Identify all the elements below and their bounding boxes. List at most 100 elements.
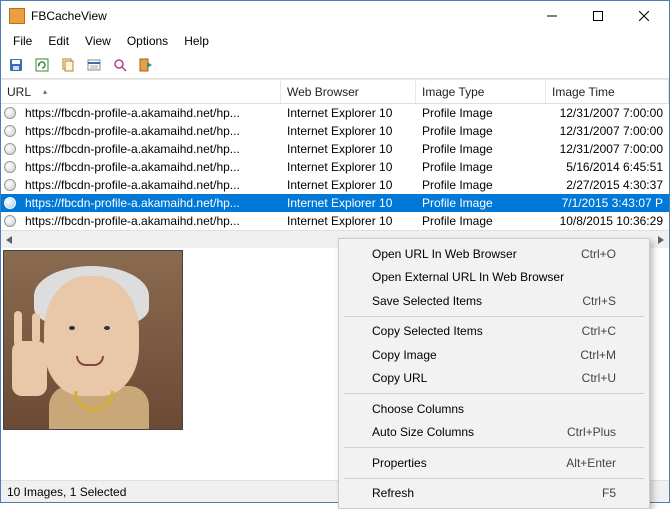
cell-type: Profile Image [416, 124, 546, 138]
table-row[interactable]: https://fbcdn-profile-a.akamaihd.net/hp.… [1, 140, 669, 158]
menu-help[interactable]: Help [176, 32, 217, 50]
context-item[interactable]: RefreshF5 [342, 482, 646, 506]
list-rows: https://fbcdn-profile-a.akamaihd.net/hp.… [1, 104, 669, 230]
context-item[interactable]: Choose Columns [342, 397, 646, 421]
context-item[interactable]: Open URL In Web BrowserCtrl+O [342, 242, 646, 266]
cell-type: Profile Image [416, 106, 546, 120]
context-shortcut: Ctrl+Plus [567, 425, 616, 439]
table-row[interactable]: https://fbcdn-profile-a.akamaihd.net/hp.… [1, 212, 669, 230]
context-item[interactable]: Save Selected ItemsCtrl+S [342, 289, 646, 313]
context-shortcut: Ctrl+U [582, 371, 616, 385]
window-title: FBCacheView [31, 9, 529, 23]
cell-browser: Internet Explorer 10 [281, 106, 416, 120]
context-item[interactable]: Copy Selected ItemsCtrl+C [342, 320, 646, 344]
cell-time: 12/31/2007 7:00:00 [546, 142, 669, 156]
properties-icon[interactable] [83, 54, 105, 76]
table-row[interactable]: https://fbcdn-profile-a.akamaihd.net/hp.… [1, 104, 669, 122]
column-url[interactable]: URL▴ [1, 80, 281, 103]
scroll-right-icon[interactable] [651, 231, 669, 249]
context-shortcut: Ctrl+C [582, 324, 616, 338]
cell-url: https://fbcdn-profile-a.akamaihd.net/hp.… [19, 124, 281, 138]
context-shortcut: Ctrl+S [582, 294, 616, 308]
column-time[interactable]: Image Time [546, 80, 669, 103]
menu-file[interactable]: File [5, 32, 40, 50]
toolbar [1, 51, 669, 79]
context-shortcut: Ctrl+O [581, 247, 616, 261]
cell-browser: Internet Explorer 10 [281, 124, 416, 138]
row-icon [4, 215, 16, 227]
column-type[interactable]: Image Type [416, 80, 546, 103]
table-row[interactable]: https://fbcdn-profile-a.akamaihd.net/hp.… [1, 194, 669, 212]
context-label: Properties [372, 456, 566, 470]
close-button[interactable] [621, 2, 667, 30]
row-icon [4, 179, 16, 191]
cell-browser: Internet Explorer 10 [281, 196, 416, 210]
cell-url: https://fbcdn-profile-a.akamaihd.net/hp.… [19, 160, 281, 174]
menu-bar: File Edit View Options Help [1, 31, 669, 51]
menu-options[interactable]: Options [119, 32, 176, 50]
context-shortcut: Alt+Enter [566, 456, 616, 470]
cell-type: Profile Image [416, 196, 546, 210]
context-item[interactable]: Copy URLCtrl+U [342, 367, 646, 391]
context-menu: Open URL In Web BrowserCtrl+O Open Extern… [338, 238, 650, 509]
context-shortcut: F5 [602, 486, 616, 500]
list-header: URL▴ Web Browser Image Type Image Time [1, 80, 669, 104]
context-label: Choose Columns [372, 402, 616, 416]
context-item[interactable]: Copy ImageCtrl+M [342, 343, 646, 367]
cell-browser: Internet Explorer 10 [281, 160, 416, 174]
context-label: Open External URL In Web Browser [372, 270, 616, 284]
context-label: Auto Size Columns [372, 425, 567, 439]
cell-time: 5/16/2014 6:45:51 [546, 160, 669, 174]
minimize-button[interactable] [529, 2, 575, 30]
cell-time: 12/31/2007 7:00:00 [546, 106, 669, 120]
column-browser[interactable]: Web Browser [281, 80, 416, 103]
cell-type: Profile Image [416, 214, 546, 228]
context-item[interactable]: PropertiesAlt+Enter [342, 451, 646, 475]
menu-view[interactable]: View [77, 32, 119, 50]
context-shortcut: Ctrl+M [580, 348, 616, 362]
refresh-icon[interactable] [31, 54, 53, 76]
app-icon [9, 8, 25, 24]
find-icon[interactable] [109, 54, 131, 76]
maximize-button[interactable] [575, 2, 621, 30]
status-count: 10 Images, 1 Selected [7, 485, 146, 499]
cell-time: 12/31/2007 7:00:00 [546, 124, 669, 138]
copy-icon[interactable] [57, 54, 79, 76]
row-icon [4, 161, 16, 173]
table-row[interactable]: https://fbcdn-profile-a.akamaihd.net/hp.… [1, 176, 669, 194]
context-label: Copy Selected Items [372, 324, 582, 338]
cell-url: https://fbcdn-profile-a.akamaihd.net/hp.… [19, 142, 281, 156]
menu-edit[interactable]: Edit [40, 32, 77, 50]
context-separator [344, 393, 644, 394]
sort-asc-icon: ▴ [43, 87, 47, 96]
cell-type: Profile Image [416, 178, 546, 192]
context-label: Save Selected Items [372, 294, 582, 308]
context-item[interactable]: Auto Size ColumnsCtrl+Plus [342, 421, 646, 445]
cell-url: https://fbcdn-profile-a.akamaihd.net/hp.… [19, 106, 281, 120]
cell-browser: Internet Explorer 10 [281, 214, 416, 228]
context-label: Copy Image [372, 348, 580, 362]
cell-browser: Internet Explorer 10 [281, 178, 416, 192]
preview-image [3, 250, 183, 430]
cell-time: 2/27/2015 4:30:37 [546, 178, 669, 192]
cell-time: 10/8/2015 10:36:29 [546, 214, 669, 228]
row-icon [4, 197, 16, 209]
cell-url: https://fbcdn-profile-a.akamaihd.net/hp.… [19, 178, 281, 192]
context-label: Open URL In Web Browser [372, 247, 581, 261]
exit-icon[interactable] [135, 54, 157, 76]
list-view: URL▴ Web Browser Image Type Image Time h… [1, 79, 669, 248]
scroll-left-icon[interactable] [1, 231, 19, 249]
context-separator [344, 447, 644, 448]
context-label: Refresh [372, 486, 602, 500]
cell-browser: Internet Explorer 10 [281, 142, 416, 156]
save-icon[interactable] [5, 54, 27, 76]
cell-type: Profile Image [416, 160, 546, 174]
table-row[interactable]: https://fbcdn-profile-a.akamaihd.net/hp.… [1, 158, 669, 176]
row-icon [4, 125, 16, 137]
cell-time: 7/1/2015 3:43:07 P [546, 196, 669, 210]
cell-type: Profile Image [416, 142, 546, 156]
context-item[interactable]: Open External URL In Web Browser [342, 266, 646, 290]
context-separator [344, 478, 644, 479]
table-row[interactable]: https://fbcdn-profile-a.akamaihd.net/hp.… [1, 122, 669, 140]
context-label: Copy URL [372, 371, 582, 385]
